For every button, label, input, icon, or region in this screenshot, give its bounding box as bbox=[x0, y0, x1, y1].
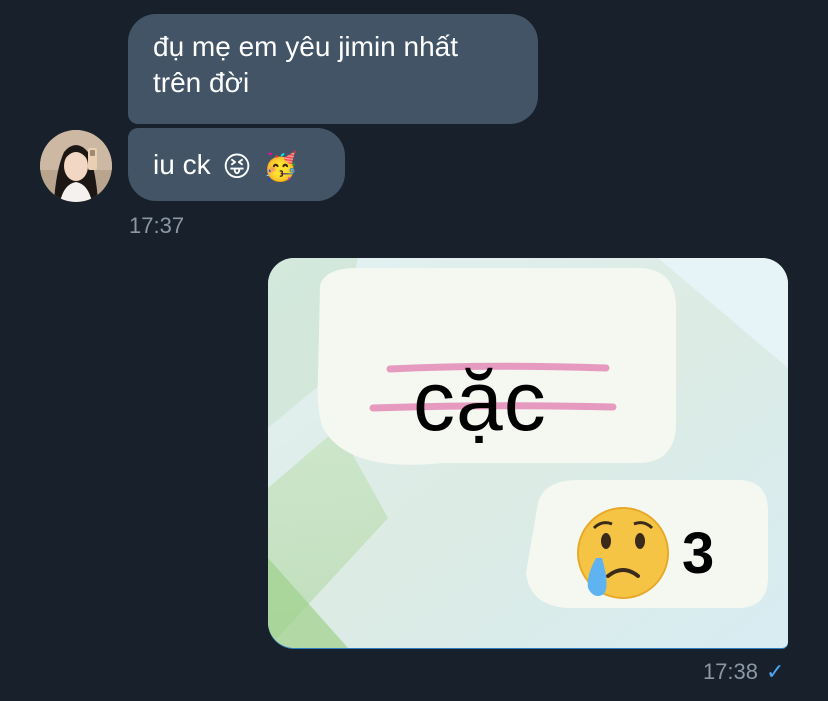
party-face-emoji-icon: 🥳 bbox=[263, 150, 299, 182]
message-text: iu ck bbox=[153, 149, 211, 180]
message-timestamp: 17:37 bbox=[129, 213, 185, 238]
checkmark-icon: ✓ bbox=[766, 659, 785, 684]
incoming-message-bubble[interactable]: iu ck 😝 🥳 bbox=[128, 128, 345, 201]
image-message[interactable]: cặc 3 bbox=[268, 258, 788, 648]
incoming-message-bubble[interactable]: đụ mẹ em yêu jimin nhất trên đời bbox=[128, 14, 538, 124]
reaction-count: 3 bbox=[682, 521, 715, 586]
message-text-line: đụ mẹ em yêu jimin nhất bbox=[153, 31, 459, 62]
message-timestamp: 17:38 bbox=[702, 659, 758, 684]
sticker-image-icon bbox=[268, 258, 788, 648]
avatar[interactable] bbox=[40, 130, 112, 202]
squinting-tongue-emoji-icon: 😝 bbox=[222, 150, 252, 182]
sticker-word-text: cặc bbox=[413, 354, 547, 448]
message-text-line: trên đời bbox=[153, 67, 250, 98]
